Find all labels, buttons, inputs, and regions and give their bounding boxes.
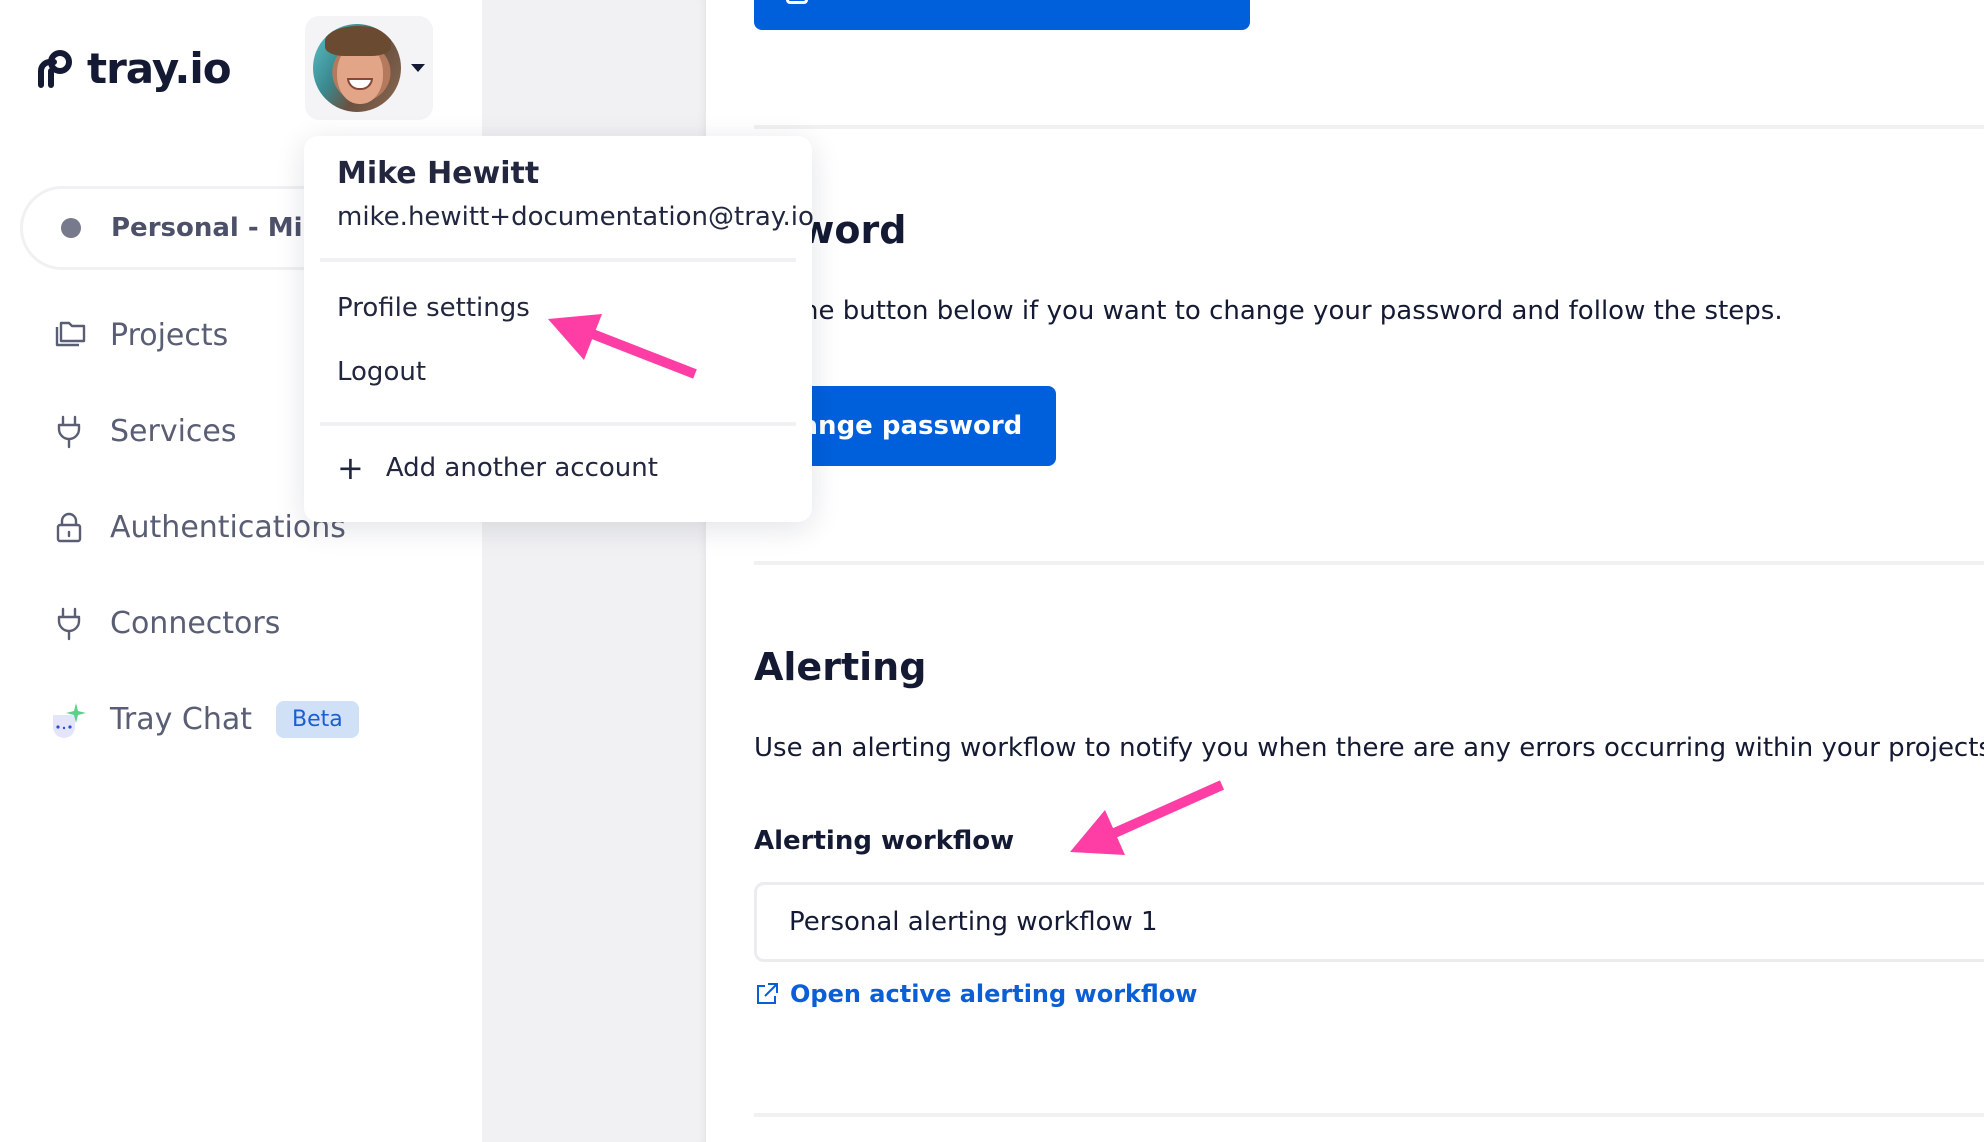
password-section-description: se the button below if you want to chang… (754, 296, 1783, 326)
sidebar-item-authentications[interactable]: Authentications (48, 503, 346, 551)
tray-chat-icon (48, 698, 90, 740)
section-divider (754, 1113, 1984, 1117)
section-divider (754, 125, 1984, 129)
alerting-workflow-value: Personal alerting workflow 1 (789, 907, 1158, 937)
user-avatar (313, 24, 401, 112)
open-alerting-workflow-link[interactable]: Open active alerting workflow (754, 980, 1197, 1008)
lock-icon (48, 506, 90, 548)
menu-item-profile-settings[interactable]: Profile settings (337, 293, 530, 323)
alerting-workflow-select[interactable]: Personal alerting workflow 1 (754, 882, 1984, 962)
brand-logo[interactable]: tray.io (33, 44, 232, 93)
plug-icon (48, 410, 90, 452)
beta-badge: Beta (276, 700, 359, 738)
menu-divider (320, 422, 796, 426)
sidebar-item-projects[interactable]: Projects (48, 311, 228, 359)
sidebar-item-label: Projects (110, 317, 229, 353)
menu-divider (320, 258, 796, 262)
plug-icon (48, 602, 90, 644)
save-icon (786, 0, 808, 4)
workspace-status-dot (61, 218, 81, 238)
alerting-workflow-label: Alerting workflow (754, 826, 1015, 856)
user-name: Mike Hewitt (337, 156, 540, 191)
menu-item-logout[interactable]: Logout (337, 357, 426, 387)
tray-logo-icon (38, 49, 72, 88)
user-email: mike.hewitt+documentation@tray.io (337, 202, 814, 232)
plus-icon: + (337, 449, 364, 487)
add-account-label: Add another account (385, 453, 658, 483)
alerting-section-description: Use an alerting workflow to notify you w… (754, 733, 1984, 763)
sidebar-item-label: Services (110, 413, 237, 449)
external-link-icon (757, 983, 778, 1004)
sidebar-item-tray-chat[interactable]: Tray Chat Beta (48, 695, 359, 743)
save-button[interactable] (754, 0, 1250, 30)
sidebar-item-services[interactable]: Services (48, 407, 237, 455)
sidebar-item-connectors[interactable]: Connectors (48, 599, 280, 647)
profile-settings-main: ssword se the button below if you want t… (706, 0, 1984, 1142)
user-menu-button[interactable] (305, 16, 433, 120)
brand-name: tray.io (87, 44, 232, 93)
caret-down-icon (411, 64, 425, 72)
section-divider (754, 561, 1984, 565)
user-dropdown-menu: Mike Hewitt mike.hewitt+documentation@tr… (304, 136, 814, 522)
workspace-label: Personal - Mike (111, 213, 337, 243)
alerting-section-title: Alerting (754, 645, 927, 689)
folder-icon (48, 314, 90, 356)
menu-item-add-account[interactable]: + Add another account (337, 452, 658, 484)
sidebar-item-label: Tray Chat (110, 701, 253, 737)
sidebar-item-label: Connectors (110, 605, 281, 641)
open-link-label: Open active alerting workflow (790, 980, 1198, 1008)
